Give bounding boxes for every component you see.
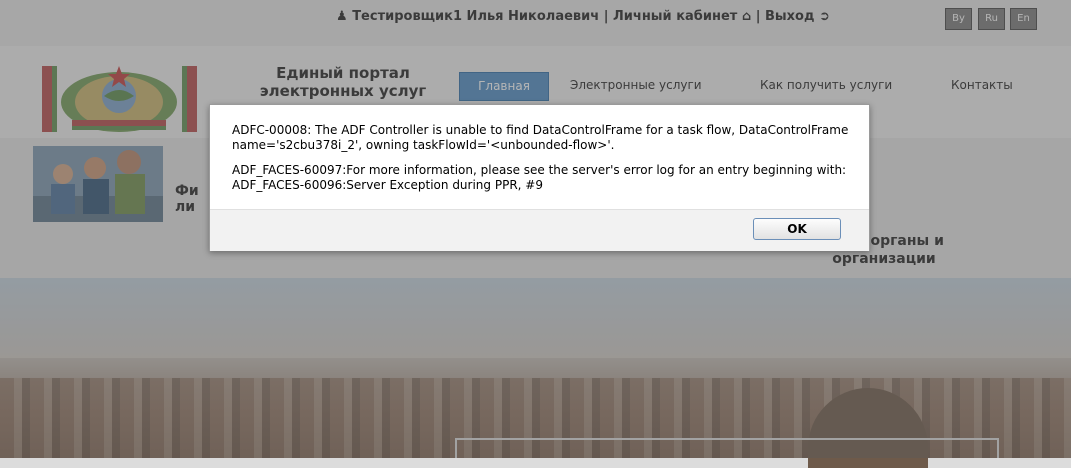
ok-button[interactable]: OK bbox=[753, 218, 841, 240]
error-message-faces: ADF_FACES-60097:For more information, pl… bbox=[232, 163, 847, 192]
portal-page: ♟ Тестировщик1 Илья Николаевич | Личный … bbox=[0, 0, 1071, 468]
error-message-adfc: ADFC-00008: The ADF Controller is unable… bbox=[232, 123, 849, 152]
dialog-footer: OK bbox=[210, 209, 869, 251]
error-dialog: ADFC-00008: The ADF Controller is unable… bbox=[209, 104, 870, 251]
